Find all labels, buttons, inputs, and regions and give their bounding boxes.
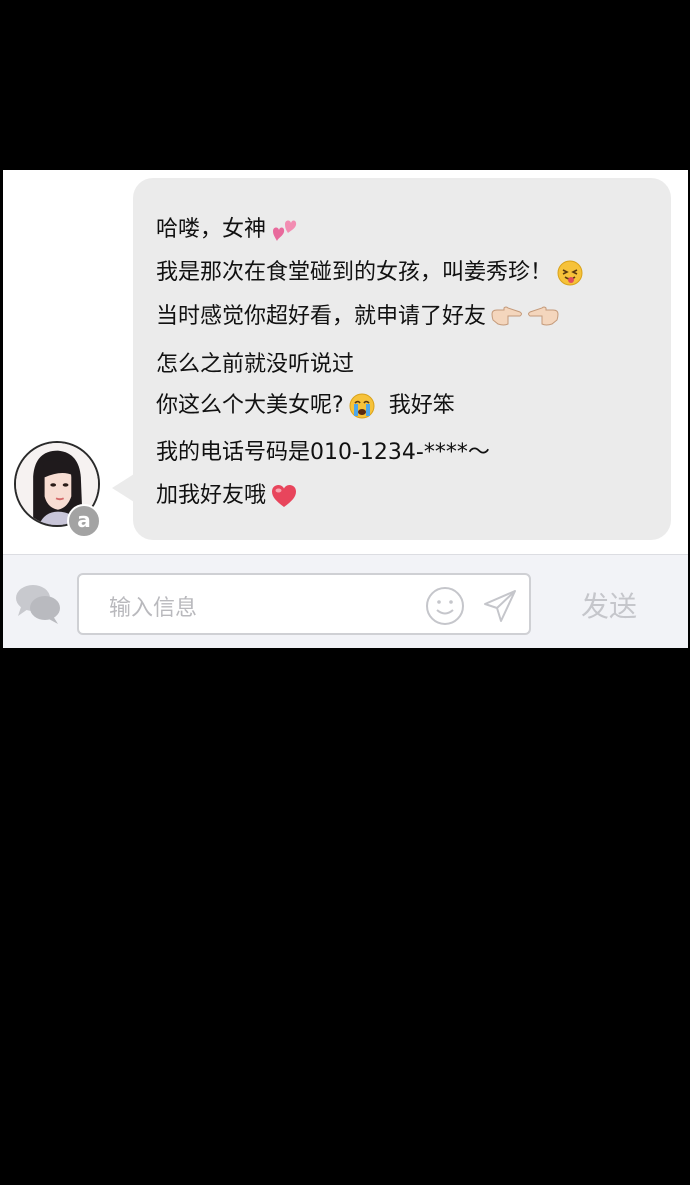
message-text: 我是那次在食堂碰到的女孩，叫姜秀珍！	[156, 260, 553, 285]
message-bubble: 哈喽，女神 我是那次在食堂碰到的女孩，叫姜秀珍！ 当时感觉你超好看，就申请了好友…	[133, 178, 671, 540]
message-line-2: 我是那次在食堂碰到的女孩，叫姜秀珍！	[156, 258, 584, 288]
input-placeholder: 输入信息	[109, 596, 198, 621]
message-input[interactable]: 输入信息	[77, 573, 531, 635]
message-text: 我好笨	[388, 393, 455, 418]
message-text: 我的电话号码是010-1234-****～	[156, 440, 490, 465]
input-bar: 输入信息 发送	[3, 554, 688, 648]
pointing-hands-icon	[490, 304, 560, 330]
crying-face-icon	[348, 392, 376, 420]
smile-icon[interactable]	[425, 586, 465, 626]
chat-bubbles-icon[interactable]	[13, 581, 63, 627]
heart-icon	[270, 483, 298, 509]
message-line-3: 当时感觉你超好看，就申请了好友	[156, 302, 560, 332]
send-button[interactable]: 发送	[581, 585, 637, 625]
tongue-wink-face-icon	[556, 259, 584, 287]
message-text: 你这么个大美女呢?	[156, 393, 344, 418]
message-line-1: 哈喽，女神	[156, 215, 298, 245]
bubble-tail	[112, 474, 134, 502]
avatar-badge: a	[67, 504, 101, 538]
message-line-5: 你这么个大美女呢? 我好笨	[156, 391, 455, 421]
message-line-4: 怎么之前就没听说过	[156, 350, 354, 380]
message-line-6: 我的电话号码是010-1234-****～	[156, 438, 490, 468]
chat-panel: 哈喽，女神 我是那次在食堂碰到的女孩，叫姜秀珍！ 当时感觉你超好看，就申请了好友…	[3, 170, 688, 648]
message-text: 当时感觉你超好看，就申请了好友	[156, 304, 487, 329]
message-line-7: 加我好友哦	[156, 481, 298, 511]
message-text: 加我好友哦	[156, 483, 267, 508]
message-text: 哈喽，女神	[156, 217, 267, 242]
message-text: 怎么之前就没听说过	[156, 352, 355, 377]
send-arrow-icon[interactable]	[481, 587, 519, 625]
two-hearts-icon	[270, 216, 298, 244]
